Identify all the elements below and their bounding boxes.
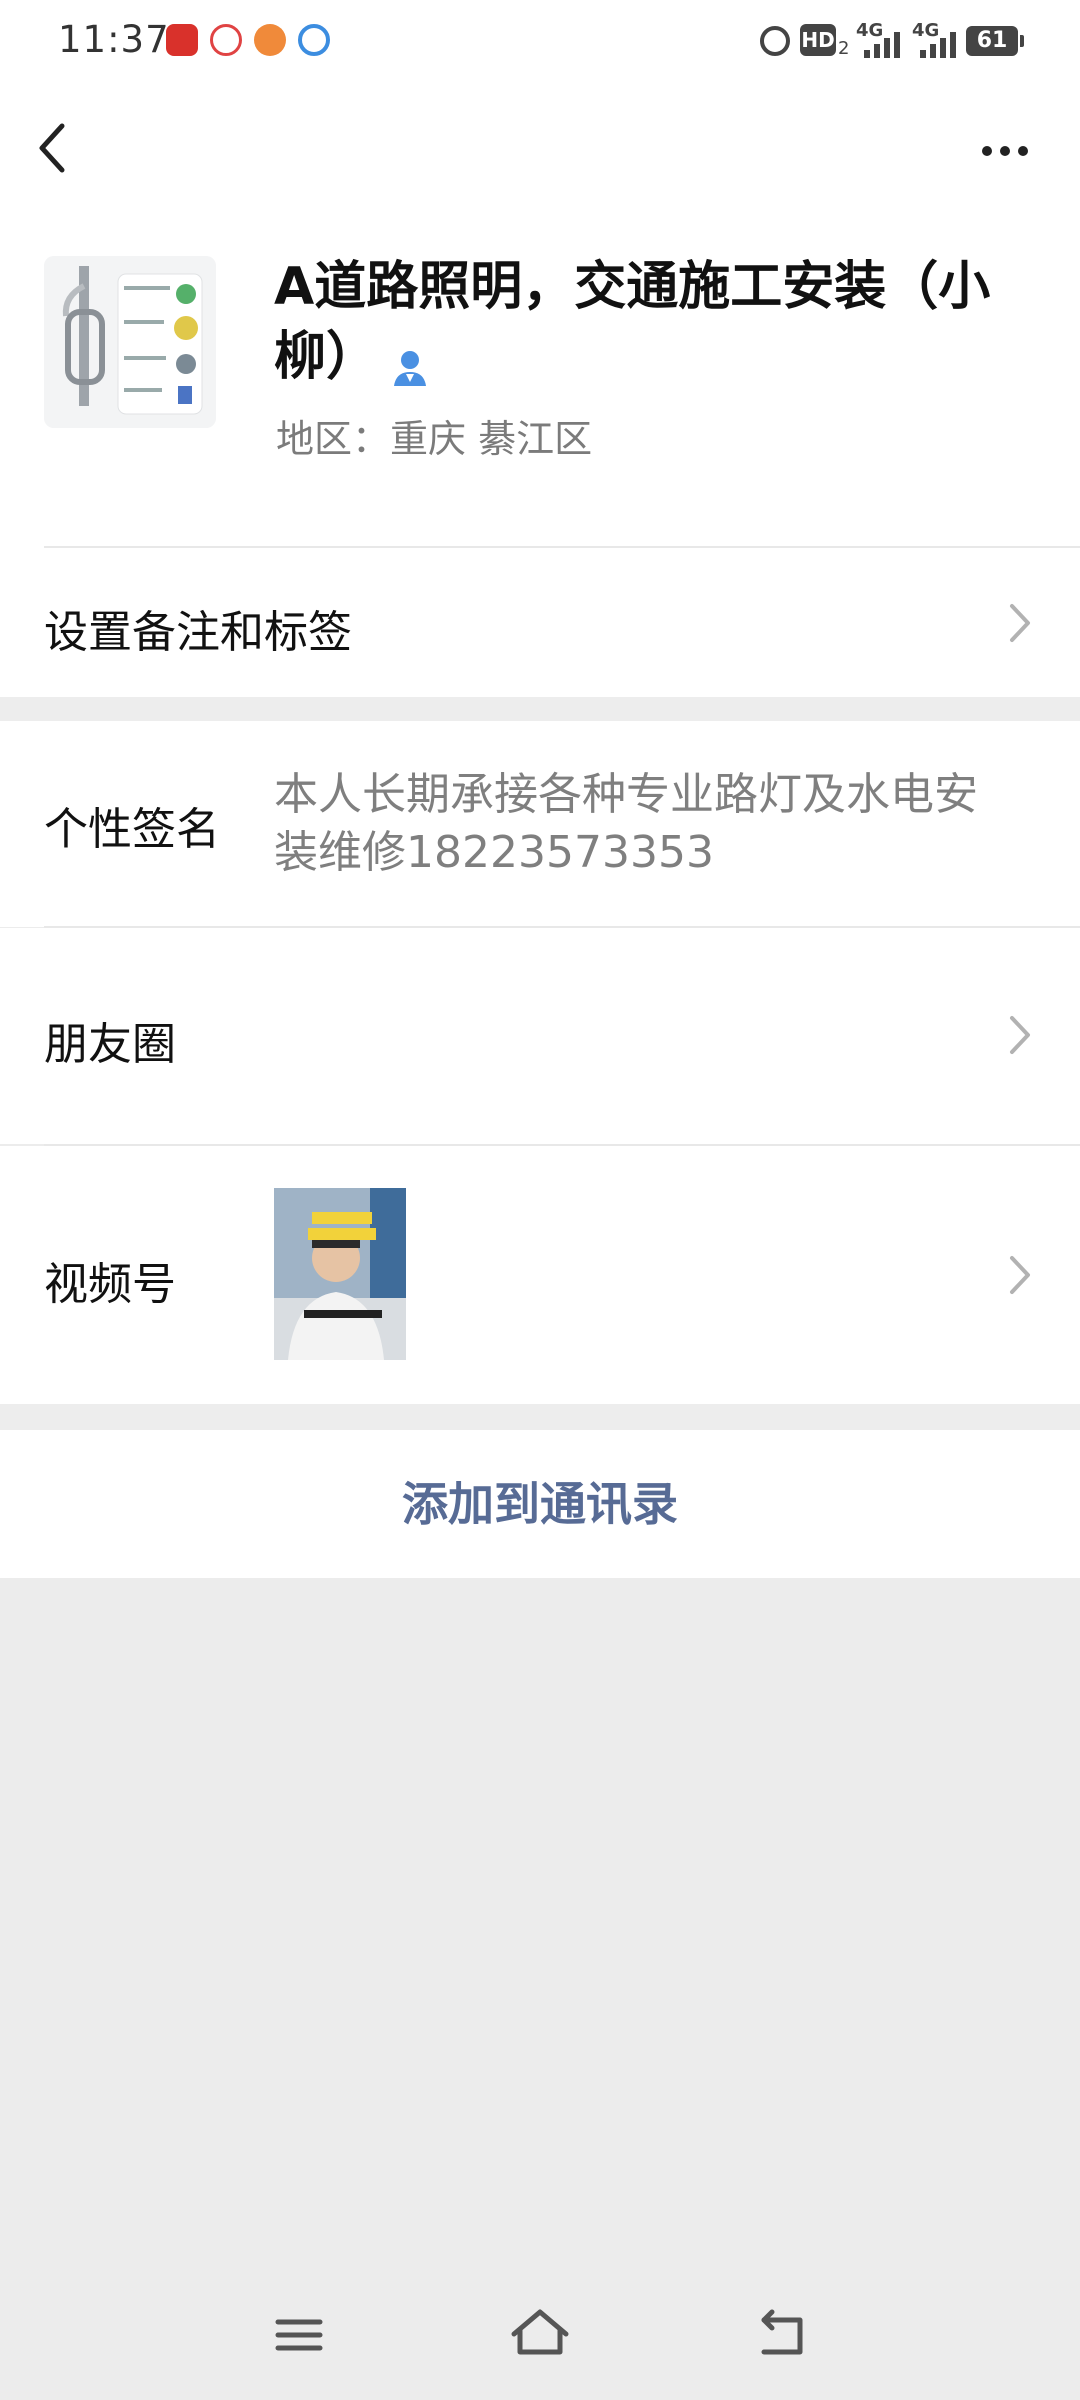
hd-sub: 2: [838, 38, 850, 59]
status-time: 11:37: [58, 18, 170, 61]
region-label: 地区：重庆 綦江区: [276, 417, 593, 461]
chevron-left-icon: [39, 123, 65, 173]
remark-label: 设置备注和标签: [44, 607, 352, 658]
menu-icon: [275, 2319, 323, 2351]
more-dot: [982, 146, 992, 156]
more-button[interactable]: [970, 120, 1040, 180]
section-gap: [0, 697, 1080, 721]
avatar-image: [44, 256, 216, 428]
person-badge-icon: [388, 338, 432, 386]
moments-row[interactable]: 朋友圈: [0, 928, 1080, 1144]
more-dot: [1018, 146, 1028, 156]
return-icon: [761, 2309, 803, 2355]
section-gap: [0, 1404, 1080, 1430]
video-thumbnail[interactable]: [274, 1188, 406, 1360]
app-notification-icon: [166, 24, 198, 56]
signature-value: 本人长期承接各种专业路灯及水电安装维修18223573353: [274, 769, 978, 878]
avatar[interactable]: [44, 256, 216, 428]
back-nav-button[interactable]: [752, 2300, 812, 2370]
channels-row[interactable]: 视频号: [0, 1146, 1080, 1404]
rocket-notification-icon: [254, 24, 286, 56]
map-notification-icon: [210, 24, 242, 56]
signature-label: 个性签名: [44, 804, 220, 855]
moments-label: 朋友圈: [44, 1019, 176, 1070]
add-to-contacts-button[interactable]: 添加到通讯录: [0, 1430, 1080, 1578]
back-button[interactable]: [30, 118, 80, 178]
more-dot: [1000, 146, 1010, 156]
channels-label: 视频号: [44, 1259, 176, 1310]
home-icon: [511, 2309, 569, 2355]
chevron-right-icon: [1010, 604, 1030, 642]
chevron-right-icon: [1010, 1016, 1030, 1054]
signal-2-icon: [920, 30, 964, 58]
video-thumbnail-image: [274, 1188, 406, 1360]
hd-icon: HD: [800, 24, 836, 56]
remark-row[interactable]: 设置备注和标签: [0, 548, 1080, 696]
browser-notification-icon: [298, 24, 330, 56]
profile-name-text: A道路照明，交通施工安装（小柳）: [274, 257, 991, 387]
profile-name: A道路照明，交通施工安装（小柳）: [274, 252, 994, 392]
menu-nav-button[interactable]: [270, 2300, 330, 2370]
battery-icon: 61: [966, 26, 1024, 56]
home-nav-button[interactable]: [508, 2300, 572, 2370]
chevron-right-icon: [1010, 1256, 1030, 1294]
alarm-icon: [760, 26, 790, 56]
signal-1-icon: [864, 30, 908, 58]
status-bar: 11:37 HD 2 4G 4G 61: [0, 0, 1080, 84]
